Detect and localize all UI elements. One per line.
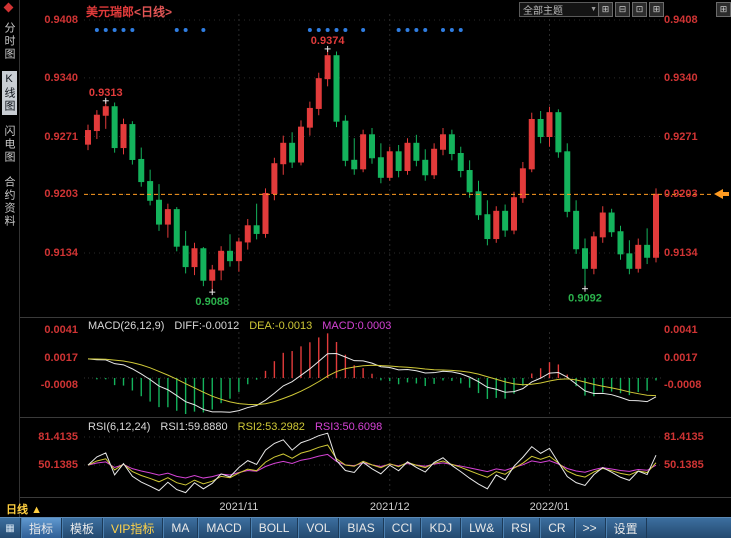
toolbar-item-indicators[interactable]: 指标 (21, 518, 62, 538)
rsi-header: RSI(6,12,24) RSI1:59.8880 RSI2:53.2982 RSI3… (88, 421, 392, 433)
rsi-axis-label: 81.4135 (28, 431, 78, 443)
left-sidebar: 分时图 K线图闪电图合约资料 (0, 0, 20, 517)
macd-histogram (88, 333, 656, 414)
rsi1-line (88, 433, 656, 492)
symbol-name: 美元瑞郎 (86, 5, 134, 19)
sidebar-item-minute-chart[interactable]: 分时图 (2, 20, 17, 63)
toolbar-item-kdj[interactable]: KDJ (421, 518, 461, 538)
bottom-toolbar: ▦指标模板VIP指标MAMACDBOLLVOLBIASCCIKDJLW&RSIC… (0, 517, 731, 538)
layout-button-2[interactable]: ⊟ (615, 2, 630, 17)
panel-separator (20, 497, 731, 498)
macd-dea-line (88, 359, 656, 405)
macd-diff-line (88, 354, 656, 413)
rsi-axis-label: 50.1385 (664, 459, 716, 471)
layout-button-3[interactable]: ⊡ (632, 2, 647, 17)
toolbar-item-lwr[interactable]: LW& (461, 518, 503, 538)
price-axis-label: 0.9134 (664, 247, 716, 259)
panel-separator (20, 417, 731, 418)
macd-header-macd: MACD:0.0003 (322, 320, 391, 332)
macd-header-dea: DEA:-0.0013 (249, 320, 312, 332)
layout-button-1[interactable]: ⊞ (598, 2, 613, 17)
toolbar-item-templates[interactable]: 模板 (62, 518, 103, 538)
macd-axis-label: 0.0017 (28, 352, 78, 364)
period-indicator: <日线> (134, 5, 172, 19)
macd-axis-label: -0.0008 (664, 379, 716, 391)
macd-axis-label: 0.0017 (664, 352, 716, 364)
price-axis-label: 0.9134 (28, 247, 78, 259)
signal-dots (95, 28, 463, 32)
layout-button-4[interactable]: ⊞ (649, 2, 664, 17)
svg-text:0.9088: 0.9088 (195, 296, 229, 308)
toolbar-item-bias[interactable]: BIAS (339, 518, 383, 538)
macd-header: MACD(26,12,9) DIFF:-0.0012 DEA:-0.0013 MACD… (88, 320, 401, 332)
triangle-up-icon: ▲ (31, 504, 42, 516)
toolbar-item-cci[interactable]: CCI (384, 518, 422, 538)
window-layout-buttons: ⊞⊟⊡⊞ (598, 2, 664, 17)
candles (86, 49, 659, 292)
x-axis-month-label: 2021/11 (207, 501, 271, 513)
x-axis-month-label: 2021/12 (358, 501, 422, 513)
price-axis-label: 0.9271 (664, 131, 716, 143)
rsi-header-rsi3: RSI3:50.6098 (315, 421, 382, 433)
symbol-title: 美元瑞郎<日线> (86, 3, 172, 20)
price-axis-label: 0.9340 (28, 72, 78, 84)
kline-chart[interactable]: 0.9313 0.9374 0.9088 0.9092 (0, 0, 731, 317)
theme-selector[interactable]: 全部主题 ▼ (519, 2, 601, 17)
toolbar-item-rsi[interactable]: RSI (503, 518, 540, 538)
toolbar-item-macd[interactable]: MACD (198, 518, 250, 538)
price-axis-label: 0.9408 (664, 14, 716, 26)
kline-gridlines (84, 14, 662, 310)
price-axis-label: 0.9203 (664, 188, 716, 200)
macd-axis-label: 0.0041 (664, 324, 716, 336)
period-tab-label: 日线 (6, 504, 28, 516)
rsi-axis-label: 81.4135 (664, 431, 716, 443)
toolbar-item-settings[interactable]: 设置 (606, 518, 647, 538)
svg-text:0.9313: 0.9313 (89, 87, 123, 99)
price-axis-label: 0.9203 (28, 188, 78, 200)
macd-axis-label: -0.0008 (28, 379, 78, 391)
rsi-axis-label: 50.1385 (28, 459, 78, 471)
price-axis-label: 0.9408 (28, 14, 78, 26)
toolbar-item-vip-indicators[interactable]: VIP指标 (103, 518, 163, 538)
toolbar-item-cr[interactable]: CR (540, 518, 574, 538)
rsi-header-rsi1: RSI1:59.8880 (160, 421, 227, 433)
trading-app-window: 分时图K线图闪电图合约资料 美元瑞郎<日线> 全部主题 ▼ ⊞⊟⊡⊞ ⊞ 0.9… (0, 0, 731, 537)
rsi-header-name: RSI(6,12,24) (88, 421, 150, 433)
toolbar-menu-icon[interactable]: ▦ (0, 518, 21, 538)
price-axis-label: 0.9271 (28, 131, 78, 143)
theme-selector-label: 全部主题 (523, 2, 563, 17)
toolbar-item-vol[interactable]: VOL (298, 518, 339, 538)
price-axis-label: 0.9340 (664, 72, 716, 84)
corner-layout-button[interactable]: ⊞ (716, 2, 731, 17)
sidebar-item-kline-chart[interactable]: K线图 (2, 71, 17, 115)
toolbar-item-ma[interactable]: MA (163, 518, 198, 538)
x-axis-month-label: 2022/01 (518, 501, 582, 513)
svg-text:0.9092: 0.9092 (568, 293, 602, 305)
current-price-marker (714, 189, 723, 199)
panel-separator (20, 317, 731, 318)
toolbar-item-boll[interactable]: BOLL (251, 518, 299, 538)
sidebar-item-contract-info[interactable]: 合约资料 (2, 174, 17, 230)
macd-axis-label: 0.0041 (28, 324, 78, 336)
rsi-header-rsi2: RSI2:53.2982 (238, 421, 305, 433)
macd-header-name: MACD(26,12,9) (88, 320, 164, 332)
current-price-marker-tail (723, 192, 729, 196)
toolbar-item-more[interactable]: >> (575, 518, 606, 538)
period-tab-daily[interactable]: 日线 ▲ (6, 501, 42, 517)
sidebar-item-flash-chart[interactable]: 闪电图 (2, 123, 17, 166)
macd-panel-chart[interactable] (0, 318, 731, 417)
chevron-down-icon: ▼ (590, 6, 597, 13)
rsi3-line (88, 454, 656, 478)
macd-header-diff: DIFF:-0.0012 (174, 320, 239, 332)
svg-text:0.9374: 0.9374 (311, 35, 346, 47)
